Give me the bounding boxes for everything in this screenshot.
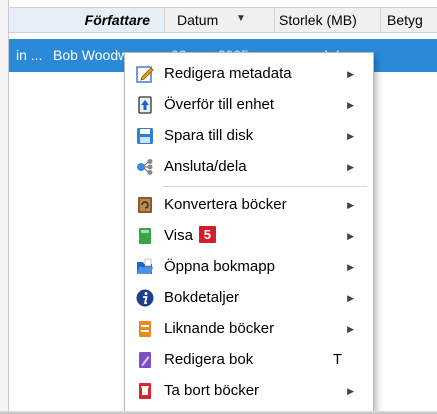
edit-book-icon: [139, 352, 151, 368]
trash-icon: [139, 383, 151, 399]
view-label-text: Visa: [164, 227, 193, 244]
submenu-arrow-icon: ▶: [347, 231, 354, 241]
submenu-arrow-icon: ▶: [347, 293, 354, 303]
column-header-size[interactable]: Storlek (MB): [275, 8, 381, 32]
menu-item-save-to-disk[interactable]: Spara till disk ▶: [128, 121, 370, 151]
step-number-badge: 5: [198, 226, 216, 243]
context-menu: Redigera metadata ▶ Överför till enhet ▶…: [124, 52, 374, 414]
menu-item-book-details[interactable]: Bokdetaljer ▶: [128, 283, 370, 313]
cell-title: in ...: [16, 47, 43, 63]
menu-item-edit-book[interactable]: Redigera bok T: [128, 345, 370, 375]
open-folder-icon: [137, 258, 153, 274]
submenu-arrow-icon: ▶: [347, 100, 354, 110]
submenu-arrow-icon: ▶: [347, 69, 354, 79]
menu-item-label: Spara till disk: [164, 127, 254, 144]
sort-descending-icon: ▼: [236, 13, 246, 24]
menu-item-edit-metadata[interactable]: Redigera metadata ▶: [128, 59, 370, 89]
menu-item-send-to-device[interactable]: Överför till enhet ▶: [128, 90, 370, 120]
menu-item-label: Redigera bok: [164, 351, 254, 368]
send-to-device-icon: [138, 96, 152, 114]
column-header-bar: Författare Datum ▼ Storlek (MB) Betyg: [9, 7, 437, 33]
submenu-arrow-icon: ▶: [347, 131, 354, 141]
menu-item-convert-books[interactable]: Konvertera böcker ▶: [128, 190, 370, 220]
similar-books-icon: [139, 321, 151, 337]
edit-metadata-icon: [136, 66, 154, 83]
menu-item-label: Konvertera böcker: [164, 196, 287, 213]
menu-item-label: Öppna bokmapp: [164, 258, 275, 275]
menu-item-label: Redigera metadata: [164, 65, 292, 82]
menu-item-label: Visa 5: [164, 221, 216, 251]
submenu-arrow-icon: ▶: [347, 200, 354, 210]
menu-item-label: Bokdetaljer: [164, 289, 240, 306]
menu-item-remove-books[interactable]: Ta bort böcker ▶: [128, 376, 370, 406]
menu-item-label: Överför till enhet: [164, 96, 275, 113]
menu-separator: [163, 186, 367, 187]
view-icon: [139, 228, 151, 244]
shortcut-hint: T: [332, 351, 342, 368]
menu-item-label: Liknande böcker: [164, 320, 275, 337]
column-header-date[interactable]: Datum: [165, 8, 275, 32]
menu-item-similar-books[interactable]: Liknande böcker ▶: [128, 314, 370, 344]
menu-item-label: Ansluta/dela: [164, 158, 247, 175]
submenu-arrow-icon: ▶: [347, 262, 354, 272]
column-header-rating[interactable]: Betyg: [381, 8, 437, 32]
save-to-disk-icon: [137, 128, 153, 144]
menu-item-connect-share[interactable]: Ansluta/dela ▶: [128, 152, 370, 182]
submenu-arrow-icon: ▶: [347, 324, 354, 334]
window-left-edge: [0, 0, 9, 414]
submenu-arrow-icon: ▶: [347, 386, 354, 396]
column-header-author[interactable]: Författare: [9, 8, 165, 32]
info-icon: [136, 289, 154, 307]
connect-share-icon: [137, 159, 153, 175]
menu-item-open-folder[interactable]: Öppna bokmapp ▶: [128, 252, 370, 282]
library-view: Författare Datum ▼ Storlek (MB) Betyg in…: [0, 0, 437, 414]
menu-item-view[interactable]: Visa 5 ▶: [128, 221, 370, 251]
convert-books-icon: [138, 197, 152, 213]
menu-item-label: Ta bort böcker: [164, 382, 260, 399]
submenu-arrow-icon: ▶: [347, 162, 354, 172]
